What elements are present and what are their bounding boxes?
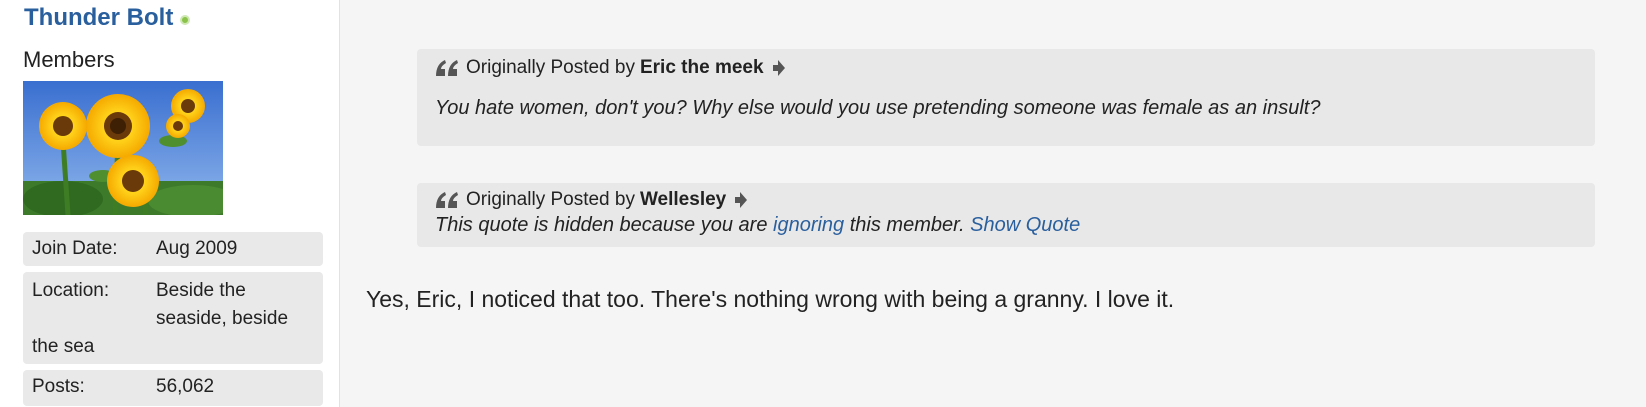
view-post-arrow-icon[interactable]	[734, 191, 748, 209]
post-body-text: Yes, Eric, I noticed that too. There's n…	[366, 286, 1175, 312]
show-quote-link[interactable]: Show Quote	[970, 214, 1080, 236]
location-value-line2: seaside, beside	[156, 308, 289, 329]
quote-header-2: Originally Posted by Wellesley	[435, 189, 748, 211]
quote-prefix-2: Originally Posted by	[466, 189, 635, 210]
quote-poster-1: Eric the meek	[639, 57, 764, 78]
hidden-text-1: This quote is hidden because you are	[435, 214, 768, 236]
quote-text-1: You hate women, don't you? Why else woul…	[435, 97, 1321, 119]
online-status-icon	[180, 14, 191, 25]
username-link[interactable]: Thunder Bolt	[24, 4, 173, 32]
join-date-label: Join Date:	[32, 238, 118, 259]
quote-header-1: Originally Posted by Eric the meek	[435, 57, 786, 79]
join-date-row: Join Date: Aug 2009	[23, 232, 323, 266]
quote-prefix-1: Originally Posted by	[466, 57, 635, 78]
posts-label: Posts:	[32, 376, 85, 397]
quote-block-1: Originally Posted by Eric the meek You h…	[417, 49, 1595, 146]
location-value-line3: the sea	[32, 336, 95, 357]
posts-value: 56,062	[156, 376, 215, 397]
quote-icon	[435, 58, 459, 78]
view-post-arrow-icon[interactable]	[772, 59, 786, 77]
ignoring-link[interactable]: ignoring	[773, 214, 844, 236]
quote-poster-2: Wellesley	[639, 189, 727, 210]
username-row: Thunder Bolt	[24, 4, 191, 32]
quote-block-2: Originally Posted by Wellesley This quot…	[417, 183, 1595, 247]
location-row: Location: Beside the seaside, beside the…	[23, 272, 323, 364]
user-title: Members	[23, 47, 115, 72]
hidden-quote-notice: This quote is hidden because you are ign…	[435, 214, 1080, 237]
quote-icon	[435, 190, 459, 210]
location-label: Location:	[32, 280, 110, 301]
posts-row: Posts: 56,062	[23, 370, 323, 406]
user-sidebar: Thunder Bolt Members Join Date: Aug 2009…	[0, 0, 340, 407]
hidden-text-2: this member.	[849, 214, 965, 236]
avatar[interactable]	[23, 81, 223, 215]
join-date-value: Aug 2009	[156, 238, 238, 259]
post-content: Originally Posted by Eric the meek You h…	[341, 0, 1646, 407]
location-value-line1: Beside the	[156, 280, 246, 301]
